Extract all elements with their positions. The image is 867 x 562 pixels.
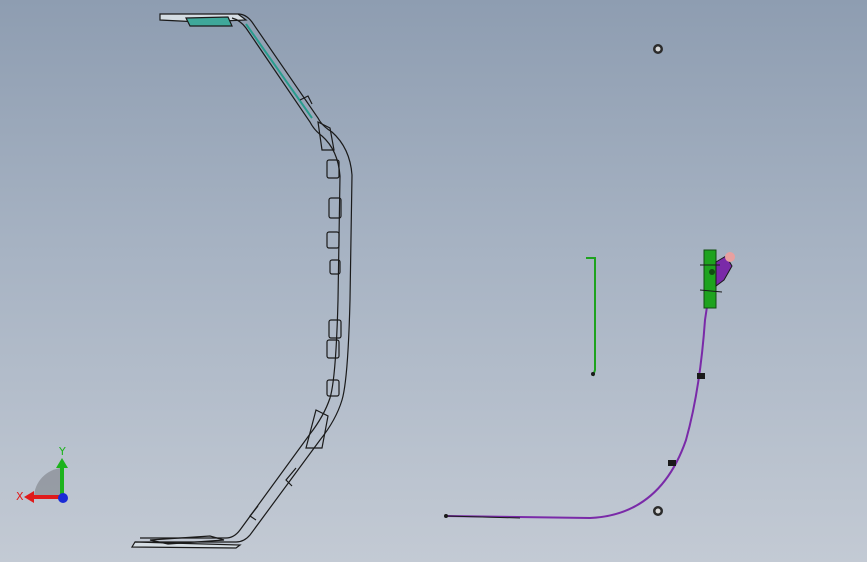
vertical-rod[interactable] xyxy=(586,257,596,377)
fastener-top[interactable] xyxy=(653,44,663,54)
cable-assembly[interactable] xyxy=(444,249,735,520)
y-axis-label: Y xyxy=(58,445,66,458)
axis-triad: Y X xyxy=(16,445,68,503)
x-axis-label: X xyxy=(16,490,24,503)
cable-connector[interactable] xyxy=(699,249,735,309)
bracket-frame[interactable] xyxy=(130,13,353,549)
cad-graphics-viewport[interactable]: Y X xyxy=(0,0,867,562)
fastener-bottom[interactable] xyxy=(653,506,663,516)
